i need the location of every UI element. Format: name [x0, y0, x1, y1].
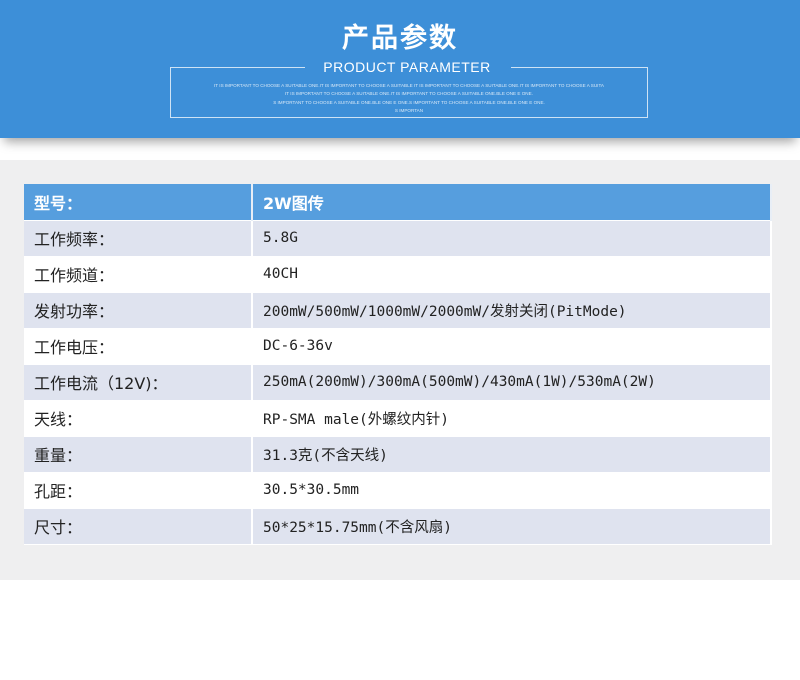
table-header-row: 型号： 2W图传	[24, 184, 772, 221]
table-row: 发射功率： 200mW/500mW/1000mW/2000mW/发射关闭(Pit…	[24, 292, 772, 329]
row-label: 尺寸：	[24, 508, 253, 545]
row-value: 30.5*30.5mm	[252, 472, 772, 509]
row-label: 工作电流（12V)：	[24, 364, 253, 401]
table-row: 尺寸： 50*25*15.75mm(不含风扇)	[24, 508, 772, 545]
row-label: 发射功率：	[24, 292, 253, 329]
page-subtitle: PRODUCT PARAMETER	[323, 59, 491, 75]
row-label: 工作电压：	[24, 328, 253, 365]
model-value: 2W图传	[252, 184, 772, 221]
row-value: 200mW/500mW/1000mW/2000mW/发射关闭(PitMode)	[252, 292, 772, 329]
fine-print-line: IT IS IMPORTANT TO CHOOSE A SUITABLE ONE…	[214, 83, 604, 88]
row-value: RP-SMA male(外螺纹内针)	[252, 400, 772, 437]
table-row: 工作电流（12V)： 250mA(200mW)/300mA(500mW)/430…	[24, 364, 772, 401]
row-value: 250mA(200mW)/300mA(500mW)/430mA(1W)/530m…	[252, 364, 772, 401]
row-label: 孔距：	[24, 472, 253, 509]
header-banner: 产品参数 PRODUCT PARAMETER IT IS IMPORTANT T…	[0, 0, 800, 138]
table-row: 工作频道： 40CH	[24, 256, 772, 293]
model-label: 型号：	[24, 184, 253, 221]
page-title: 产品参数	[342, 23, 458, 54]
row-label: 天线：	[24, 400, 253, 437]
row-label: 工作频道：	[24, 256, 253, 293]
fine-print-line: IT IS IMPORTANT TO CHOOSE A SUITABLE ONE…	[285, 91, 533, 97]
row-label: 重量：	[24, 436, 253, 473]
row-value: 40CH	[252, 256, 772, 293]
table-row: 工作电压： DC-6-36v	[24, 328, 772, 365]
fine-print-line: S IMPORTANT TO CHOOSE A SUITABLE ONE.BLE…	[273, 99, 545, 105]
fine-print: IT IS IMPORTANT TO CHOOSE A SUITABLE ONE…	[170, 82, 648, 115]
row-value: 31.3克(不含天线)	[252, 436, 772, 473]
table-row: 孔距： 30.5*30.5mm	[24, 472, 772, 509]
table-row: 工作频率： 5.8G	[24, 220, 772, 257]
row-value: 5.8G	[252, 220, 772, 257]
row-value: DC-6-36v	[252, 328, 772, 365]
row-value: 50*25*15.75mm(不含风扇)	[252, 508, 772, 545]
table-row: 天线： RP-SMA male(外螺纹内针)	[24, 400, 772, 437]
row-label: 工作频率：	[24, 220, 253, 257]
parameter-table: 型号： 2W图传 工作频率： 5.8G 工作频道： 40CH 发射功率： 200…	[24, 184, 772, 545]
fine-print-line: S IMPORTAN	[394, 107, 424, 113]
table-row: 重量： 31.3克(不含天线)	[24, 436, 772, 473]
